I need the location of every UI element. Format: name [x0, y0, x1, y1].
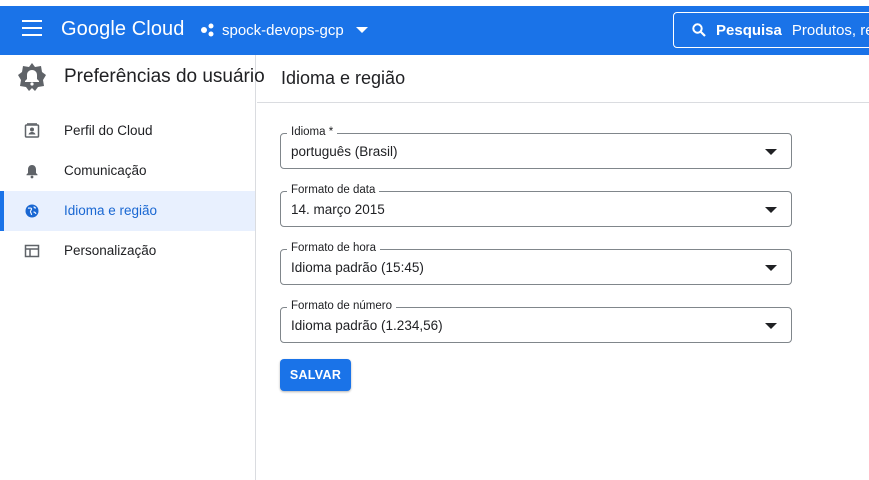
field-value: 14. março 2015: [291, 202, 385, 217]
number-format-select[interactable]: Formato de número Idioma padrão (1.234,5…: [280, 300, 792, 343]
globe-icon: [25, 204, 39, 218]
notification-settings-icon: [18, 63, 46, 91]
project-dots-icon: [201, 23, 214, 37]
search-placeholder: Produtos, re: [791, 21, 869, 39]
save-button[interactable]: SALVAR: [280, 359, 351, 391]
sidebar-nav: Perfil do Cloud Comunicação Idioma e reg…: [0, 111, 255, 271]
field-value: Idioma padrão (1.234,56): [291, 318, 443, 333]
sidebar-item-personalizacao[interactable]: Personalização: [0, 231, 255, 271]
dropdown-arrow-icon: [765, 323, 777, 329]
sidebar-title: Preferências do usuário: [64, 66, 265, 87]
bell-icon: [26, 165, 38, 179]
main-content: Idioma e região Idioma * português (Bras…: [257, 55, 869, 480]
chevron-down-icon: [355, 27, 368, 33]
dropdown-arrow-icon: [765, 207, 777, 213]
project-selector[interactable]: spock-devops-gcp: [200, 14, 368, 46]
sidebar-item-comunicacao[interactable]: Comunicação: [0, 151, 255, 191]
project-name: spock-devops-gcp: [222, 21, 344, 39]
top-bar: Google Cloud spock-devops-gcp Pesquisa P…: [0, 0, 869, 55]
field-label: Idioma *: [287, 126, 338, 138]
search-label: Pesquisa: [716, 21, 782, 39]
menu-icon[interactable]: [22, 20, 42, 36]
sidebar-item-perfil-do-cloud[interactable]: Perfil do Cloud: [0, 111, 255, 151]
profile-card-icon: [24, 123, 40, 138]
field-label: Formato de número: [287, 300, 396, 312]
sidebar-header: Preferências do usuário: [0, 55, 265, 102]
sidebar-item-label: Idioma e região: [64, 203, 158, 218]
language-select[interactable]: Idioma * português (Brasil): [280, 126, 792, 169]
field-label: Formato de hora: [287, 242, 381, 254]
dropdown-arrow-icon: [765, 265, 777, 271]
sidebar-item-label: Comunicação: [64, 163, 147, 178]
search-input[interactable]: Pesquisa Produtos, re: [673, 12, 869, 48]
page-header: Idioma e região: [257, 55, 869, 103]
google-cloud-logo[interactable]: Google Cloud: [61, 18, 185, 41]
sidebar-item-label: Perfil do Cloud: [64, 123, 153, 138]
sidebar: Preferências do usuário Perfil do Cloud …: [0, 55, 265, 480]
field-value: português (Brasil): [291, 144, 398, 159]
time-format-select[interactable]: Formato de hora Idioma padrão (15:45): [280, 242, 792, 285]
layout-icon: [24, 244, 40, 258]
dropdown-arrow-icon: [765, 149, 777, 155]
date-format-select[interactable]: Formato de data 14. março 2015: [280, 184, 792, 227]
field-value: Idioma padrão (15:45): [291, 260, 424, 275]
field-label: Formato de data: [287, 184, 380, 196]
search-icon: [692, 23, 706, 37]
sidebar-item-label: Personalização: [64, 243, 157, 258]
page-title: Idioma e região: [281, 68, 406, 88]
sidebar-item-idioma-e-regiao[interactable]: Idioma e região: [0, 191, 255, 231]
